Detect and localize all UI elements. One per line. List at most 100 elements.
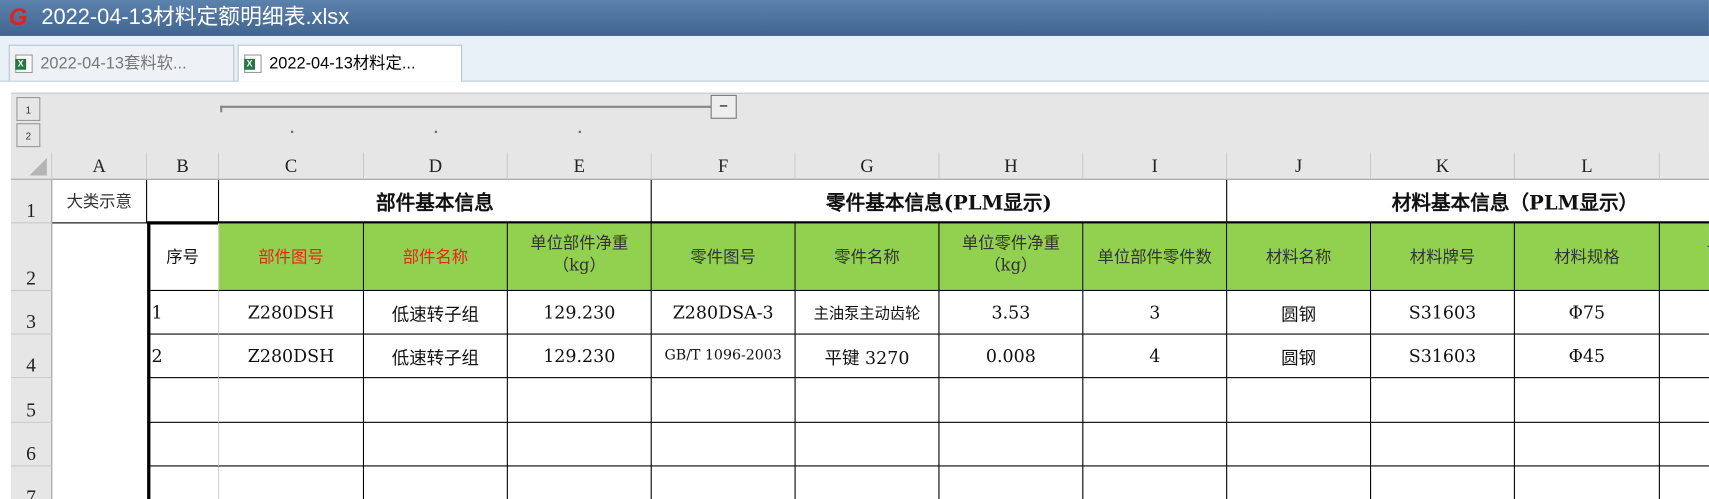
data-cell[interactable]: 主油泵主动齿轮: [795, 291, 940, 335]
empty-cell[interactable]: [652, 466, 796, 499]
empty-cell[interactable]: [1371, 466, 1515, 499]
header-cell[interactable]: 零件图号: [651, 223, 796, 292]
header-cell[interactable]: 单位部件净重（kg）: [507, 223, 652, 292]
data-cell[interactable]: 0.008: [939, 334, 1084, 379]
empty-cell[interactable]: [1514, 422, 1660, 467]
empty-cell[interactable]: [219, 466, 365, 499]
data-cell[interactable]: S31603: [1371, 334, 1515, 379]
column-header-k[interactable]: K: [1371, 152, 1515, 180]
header-cell[interactable]: 材料牌号: [1371, 223, 1515, 292]
empty-cell[interactable]: [939, 422, 1084, 467]
select-all-button[interactable]: [10, 152, 53, 180]
data-cell[interactable]: 圆钢: [1227, 334, 1372, 379]
empty-cell[interactable]: [147, 422, 220, 467]
column-header-h[interactable]: H: [939, 152, 1084, 180]
data-cell[interactable]: 圆钢: [1227, 291, 1372, 335]
header-cell[interactable]: 单位零件净重（kg）: [939, 223, 1084, 292]
data-cell[interactable]: 1: [147, 291, 220, 335]
empty-cell[interactable]: [507, 378, 652, 423]
data-cell[interactable]: 3.53: [939, 291, 1084, 335]
tab-document-1[interactable]: X 2022-04-13套料软...: [8, 44, 235, 81]
row-header-1[interactable]: 1: [10, 179, 53, 224]
column-header-a[interactable]: A: [52, 152, 148, 180]
empty-cell[interactable]: [1659, 378, 1709, 423]
data-cell[interactable]: [1659, 335, 1709, 379]
data-cell[interactable]: 3: [1083, 291, 1228, 335]
data-cell[interactable]: 2: [147, 334, 220, 379]
row-header-2[interactable]: 2: [10, 223, 53, 292]
empty-cell[interactable]: [795, 378, 940, 423]
empty-cell[interactable]: [507, 422, 652, 467]
empty-cell[interactable]: [1514, 378, 1660, 423]
group-title-2[interactable]: 零件基本信息(PLM显示): [651, 179, 1228, 224]
column-header-e[interactable]: E: [507, 152, 652, 180]
empty-cell[interactable]: [1515, 466, 1660, 499]
group-title-1[interactable]: 部件基本信息: [219, 179, 652, 224]
row-header-5[interactable]: 5: [10, 378, 53, 423]
empty-cell[interactable]: [651, 422, 796, 467]
data-cell[interactable]: GB/T 1096-2003: [651, 334, 796, 379]
empty-cell[interactable]: [364, 422, 508, 467]
data-cell[interactable]: 4: [1083, 334, 1228, 379]
header-cell[interactable]: 序号: [147, 223, 220, 292]
empty-cell[interactable]: [1227, 378, 1372, 423]
outline-level-1-button[interactable]: 1: [16, 97, 41, 121]
row-header-4[interactable]: 4: [10, 334, 53, 379]
header-cell[interactable]: 单位部件零件数: [1083, 223, 1228, 292]
empty-cell[interactable]: [1083, 422, 1228, 467]
data-cell[interactable]: Z280DSA-3: [651, 291, 796, 335]
empty-cell[interactable]: [1083, 378, 1228, 423]
header-cell[interactable]: 单位面: [1659, 223, 1709, 292]
column-header-i[interactable]: I: [1083, 152, 1228, 180]
empty-cell[interactable]: [939, 378, 1084, 423]
empty-cell[interactable]: [147, 378, 220, 423]
collapse-group-button[interactable]: −: [710, 94, 737, 119]
outline-level-2-button[interactable]: 2: [16, 123, 41, 148]
row-header-7[interactable]: 7: [10, 466, 53, 499]
column-header-c[interactable]: C: [219, 152, 365, 180]
header-cell[interactable]: 零件名称: [795, 223, 940, 292]
column-header-d[interactable]: D: [364, 152, 508, 180]
column-header-j[interactable]: J: [1227, 152, 1372, 180]
empty-cell[interactable]: [795, 422, 940, 467]
data-cell[interactable]: Z280DSH: [219, 334, 365, 379]
empty-cell[interactable]: [364, 466, 508, 499]
empty-cell[interactable]: [508, 466, 652, 499]
data-cell[interactable]: 129.230: [507, 291, 652, 335]
empty-cell[interactable]: [939, 466, 1084, 499]
row-header-6[interactable]: 6: [10, 422, 53, 467]
column-header-f[interactable]: F: [651, 152, 796, 180]
data-cell[interactable]: Z280DSH: [219, 291, 365, 335]
empty-cell[interactable]: [219, 378, 365, 423]
column-header-l[interactable]: L: [1514, 152, 1660, 180]
row-header-3[interactable]: 3: [10, 291, 53, 335]
data-cell[interactable]: Φ45: [1514, 334, 1660, 379]
empty-cell[interactable]: [364, 378, 508, 423]
header-cell[interactable]: 材料规格: [1514, 223, 1660, 292]
cell-a1[interactable]: 大类示意: [52, 179, 148, 224]
empty-cell[interactable]: [147, 466, 220, 499]
header-cell[interactable]: 部件图号: [219, 223, 365, 292]
empty-cell[interactable]: [651, 378, 796, 423]
data-cell[interactable]: 129.230: [507, 334, 652, 379]
empty-cell[interactable]: [1660, 466, 1709, 499]
group-title-3[interactable]: 材料基本信息（PLM显示）: [1227, 180, 1709, 224]
column-header-m[interactable]: [1659, 152, 1709, 180]
empty-cell[interactable]: [1083, 466, 1228, 499]
data-cell[interactable]: 低速转子组: [364, 291, 508, 335]
header-cell[interactable]: 部件名称: [364, 223, 508, 292]
data-cell[interactable]: Φ75: [1514, 291, 1660, 335]
data-cell[interactable]: S31603: [1371, 291, 1515, 335]
cell-b1[interactable]: [147, 179, 220, 224]
data-cell[interactable]: [1659, 291, 1709, 335]
column-header-b[interactable]: B: [147, 152, 220, 180]
empty-cell[interactable]: [219, 422, 365, 467]
empty-cell[interactable]: [1371, 378, 1515, 423]
data-cell[interactable]: 平键 3270: [795, 334, 940, 379]
header-cell[interactable]: 材料名称: [1227, 223, 1372, 292]
empty-cell[interactable]: [1227, 466, 1372, 499]
data-cell[interactable]: 低速转子组: [364, 334, 508, 379]
empty-cell[interactable]: [1659, 423, 1709, 467]
column-header-g[interactable]: G: [795, 152, 940, 180]
tab-document-2[interactable]: X 2022-04-13材料定...: [237, 44, 463, 82]
